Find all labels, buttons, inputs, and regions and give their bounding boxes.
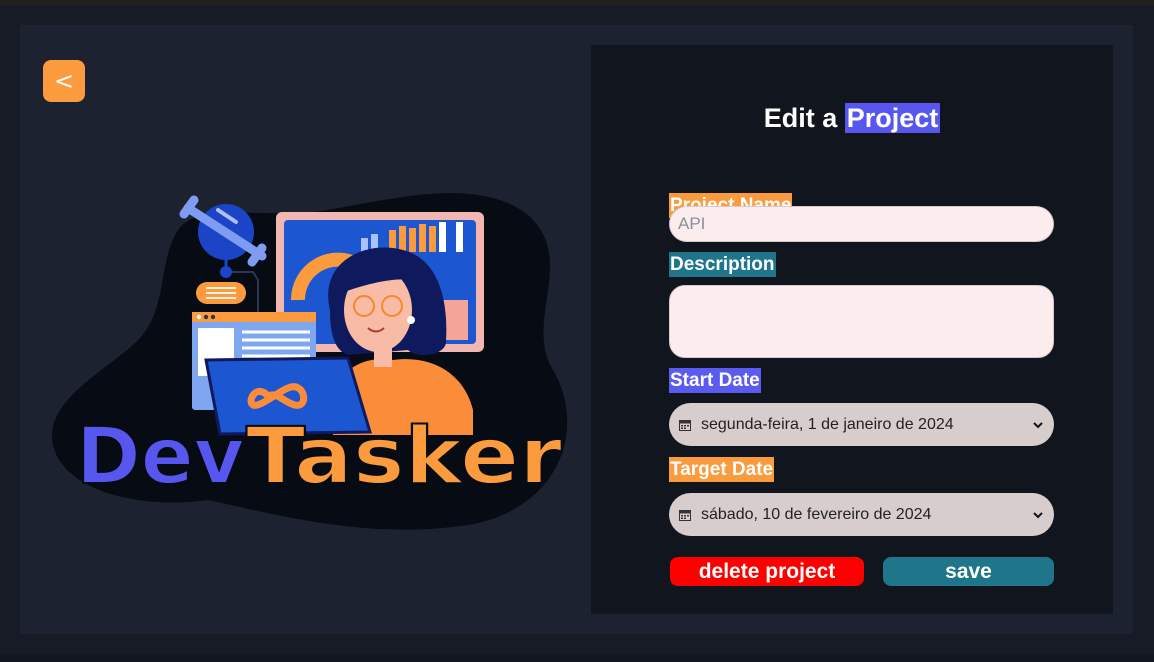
- description-input[interactable]: [669, 285, 1054, 358]
- devtasker-logo-illustration: Dev Tasker: [51, 193, 568, 530]
- chevron-down-icon: [1033, 511, 1043, 518]
- logo-dev-text: Dev: [76, 412, 245, 502]
- target-date-label: Target Date: [669, 457, 775, 482]
- window-bottom-edge: [0, 654, 1154, 662]
- logo-tasker-text: Tasker: [246, 412, 563, 502]
- main-panel: < Dev Tasker Edit a Project API Descript…: [20, 25, 1133, 634]
- title-prefix: Edit a: [763, 103, 838, 133]
- target-date-value: sábado, 10 de fevereiro de 2024: [701, 505, 932, 523]
- target-date-select[interactable]: sábado, 10 de fevereiro de 2024: [669, 493, 1054, 536]
- calendar-icon: [679, 509, 691, 521]
- start-date-select[interactable]: segunda-feira, 1 de janeiro de 2024: [669, 403, 1054, 446]
- edit-project-form: Edit a Project Project Name Description …: [591, 45, 1113, 614]
- start-date-label: Start Date: [669, 368, 761, 393]
- title-highlight: Project: [844, 103, 941, 133]
- save-button[interactable]: save: [883, 557, 1054, 586]
- window-top-edge: [0, 0, 1154, 5]
- page-title: Edit a Project: [591, 103, 1113, 134]
- description-label: Description: [669, 252, 776, 277]
- delete-project-button[interactable]: delete project: [670, 557, 864, 586]
- calendar-icon: [679, 419, 691, 431]
- project-name-input[interactable]: [669, 206, 1054, 242]
- back-button[interactable]: <: [43, 60, 85, 102]
- chevron-down-icon: [1033, 421, 1043, 428]
- start-date-value: segunda-feira, 1 de janeiro de 2024: [701, 415, 954, 433]
